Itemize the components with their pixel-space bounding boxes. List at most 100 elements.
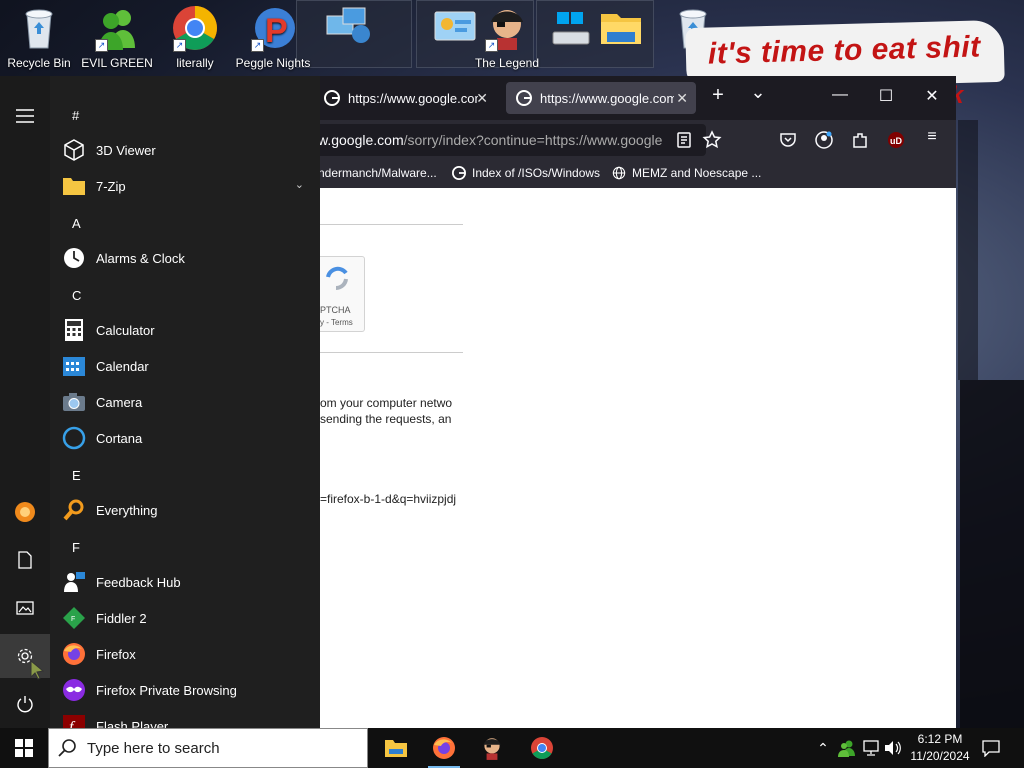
app-name: Feedback Hub xyxy=(96,574,181,590)
peggle-icon: P ↗ xyxy=(249,4,297,52)
network-icon[interactable] xyxy=(862,740,880,756)
svg-text:P: P xyxy=(265,12,288,50)
app-firefox-private-browsing[interactable]: Firefox Private Browsing xyxy=(62,672,312,708)
minimize-button[interactable]: — xyxy=(828,86,852,104)
desktop-icon-recycle-bin[interactable]: Recycle Bin xyxy=(0,4,78,74)
app-name: Calendar xyxy=(96,358,149,374)
google-icon xyxy=(516,90,532,106)
app-everything[interactable]: Everything xyxy=(62,492,312,528)
power-button[interactable] xyxy=(0,682,50,726)
taskbar-search-box[interactable]: Type here to search xyxy=(48,728,368,768)
section-letter[interactable]: C xyxy=(72,288,81,303)
taskbar-firefox[interactable] xyxy=(420,728,468,768)
wallpaper-tree xyxy=(958,120,978,380)
tab-bar: https://www.google.com ✕ https://www.goo… xyxy=(300,76,956,120)
tab-list-button[interactable]: ⌄ xyxy=(746,82,770,103)
app-3d-viewer[interactable]: 3D Viewer xyxy=(62,132,312,168)
pirate-icon xyxy=(483,738,501,760)
wallpaper-tree xyxy=(960,380,1024,730)
close-window-button[interactable]: ✕ xyxy=(920,86,944,106)
section-letter[interactable]: F xyxy=(72,540,80,555)
app-name: Firefox xyxy=(96,646,136,662)
settings-button[interactable] xyxy=(0,634,50,680)
app-calendar[interactable]: Calendar xyxy=(62,348,312,384)
maximize-button[interactable]: ☐ xyxy=(874,86,898,106)
search-placeholder: Type here to search xyxy=(87,739,220,757)
folder-icon xyxy=(385,740,407,757)
start-rail xyxy=(0,76,50,728)
bookmark-item[interactable]: ndermanch/Malware... xyxy=(318,166,437,180)
documents-button[interactable] xyxy=(0,538,50,582)
browser-tab-active[interactable]: https://www.google.com ✕ xyxy=(506,82,696,114)
bookmark-item[interactable]: MEMZ and Noescape ... xyxy=(612,166,761,180)
desktop-icon-folder[interactable] xyxy=(582,4,660,74)
svg-text:F: F xyxy=(71,616,75,623)
chevron-down-icon[interactable]: ⌄ xyxy=(295,178,304,191)
firefox-icon xyxy=(433,737,455,759)
taskbar-the-legend[interactable] xyxy=(468,728,516,768)
bookmark-star-icon[interactable] xyxy=(702,130,722,150)
folder-icon xyxy=(597,4,645,52)
expand-menu-button[interactable] xyxy=(0,94,50,138)
app-name: 3D Viewer xyxy=(96,142,156,158)
app-name: 7-Zip xyxy=(96,178,126,194)
divider xyxy=(320,224,463,225)
desktop-icon-peggle-nights[interactable]: P ↗ Peggle Nights xyxy=(234,4,312,74)
app-alarms-clock[interactable]: Alarms & Clock xyxy=(62,240,312,276)
taskbar-chrome[interactable] xyxy=(518,728,566,768)
address-bar[interactable]: w.google.com/sorry/index?continue=https:… xyxy=(300,124,706,156)
new-tab-button[interactable]: + xyxy=(706,84,730,107)
recaptcha-terms[interactable]: y - Terms xyxy=(320,318,353,327)
google-icon xyxy=(452,166,466,180)
power-icon xyxy=(17,696,33,713)
windows-logo-icon xyxy=(15,739,33,757)
desktop-icon-label: The Legend xyxy=(474,56,540,70)
recaptcha-box[interactable]: PTCHA y - Terms xyxy=(320,256,365,332)
pocket-icon[interactable] xyxy=(778,130,798,150)
app-7-zip[interactable]: 7-Zip ⌄ xyxy=(62,168,312,204)
recaptcha-label: PTCHA xyxy=(320,305,351,315)
taskbar-clock[interactable]: 6:12 PM 11/20/2024 xyxy=(900,731,980,765)
ublock-origin-icon[interactable]: uD xyxy=(886,130,906,150)
notification-center-icon[interactable] xyxy=(982,739,1000,757)
reader-view-icon[interactable] xyxy=(674,130,694,150)
extensions-icon[interactable] xyxy=(850,130,870,150)
app-flash-player[interactable]: f Flash Player xyxy=(62,708,312,728)
account-icon[interactable] xyxy=(814,130,834,150)
clock-date: 11/20/2024 xyxy=(910,749,970,763)
users-tray-icon[interactable] xyxy=(838,739,856,757)
close-tab-icon[interactable]: ✕ xyxy=(676,90,688,107)
clock-time: 6:12 PM xyxy=(917,732,963,746)
app-name: Fiddler 2 xyxy=(96,610,147,626)
browser-tab[interactable]: https://www.google.com ✕ xyxy=(314,82,496,114)
desktop-icon-label: literally xyxy=(176,56,214,70)
app-cortana[interactable]: Cortana xyxy=(62,420,312,456)
page-text-line: =firefox-b-1-d&q=hviizpjdj xyxy=(320,492,457,506)
pictures-button[interactable] xyxy=(0,586,50,630)
close-tab-icon[interactable]: ✕ xyxy=(476,90,488,107)
app-fiddler-2[interactable]: F Fiddler 2 xyxy=(62,600,312,636)
section-letter[interactable]: A xyxy=(72,216,81,231)
desktop-icon-literally[interactable]: ↗ literally xyxy=(156,4,234,74)
app-firefox[interactable]: Firefox xyxy=(62,636,312,672)
desktop-icon-network[interactable] xyxy=(308,4,386,74)
user-account-button[interactable] xyxy=(0,490,50,534)
menu-button[interactable]: ≡ xyxy=(920,128,944,146)
desktop-icon-evil-green[interactable]: ↗ EVIL GREEN xyxy=(78,4,156,74)
bookmark-item[interactable]: Index of /ISOs/Windows xyxy=(452,166,600,180)
clock-icon xyxy=(62,246,86,270)
desktop-icon-label: Recycle Bin xyxy=(7,56,71,70)
system-tray: ⌃ xyxy=(814,728,832,768)
section-letter[interactable]: # xyxy=(72,108,79,123)
divider xyxy=(320,352,463,353)
app-feedback-hub[interactable]: Feedback Hub xyxy=(62,564,312,600)
app-name: Alarms & Clock xyxy=(96,250,185,266)
tab-title: https://www.google.com xyxy=(348,90,478,106)
section-letter[interactable]: E xyxy=(72,468,81,483)
app-camera[interactable]: Camera xyxy=(62,384,312,420)
show-hidden-icons-button[interactable]: ⌃ xyxy=(814,740,832,757)
start-button[interactable] xyxy=(0,728,48,768)
taskbar-file-explorer[interactable] xyxy=(372,728,420,768)
banner-text: it's time to eat shit xyxy=(707,30,982,71)
app-calculator[interactable]: Calculator xyxy=(62,312,312,348)
